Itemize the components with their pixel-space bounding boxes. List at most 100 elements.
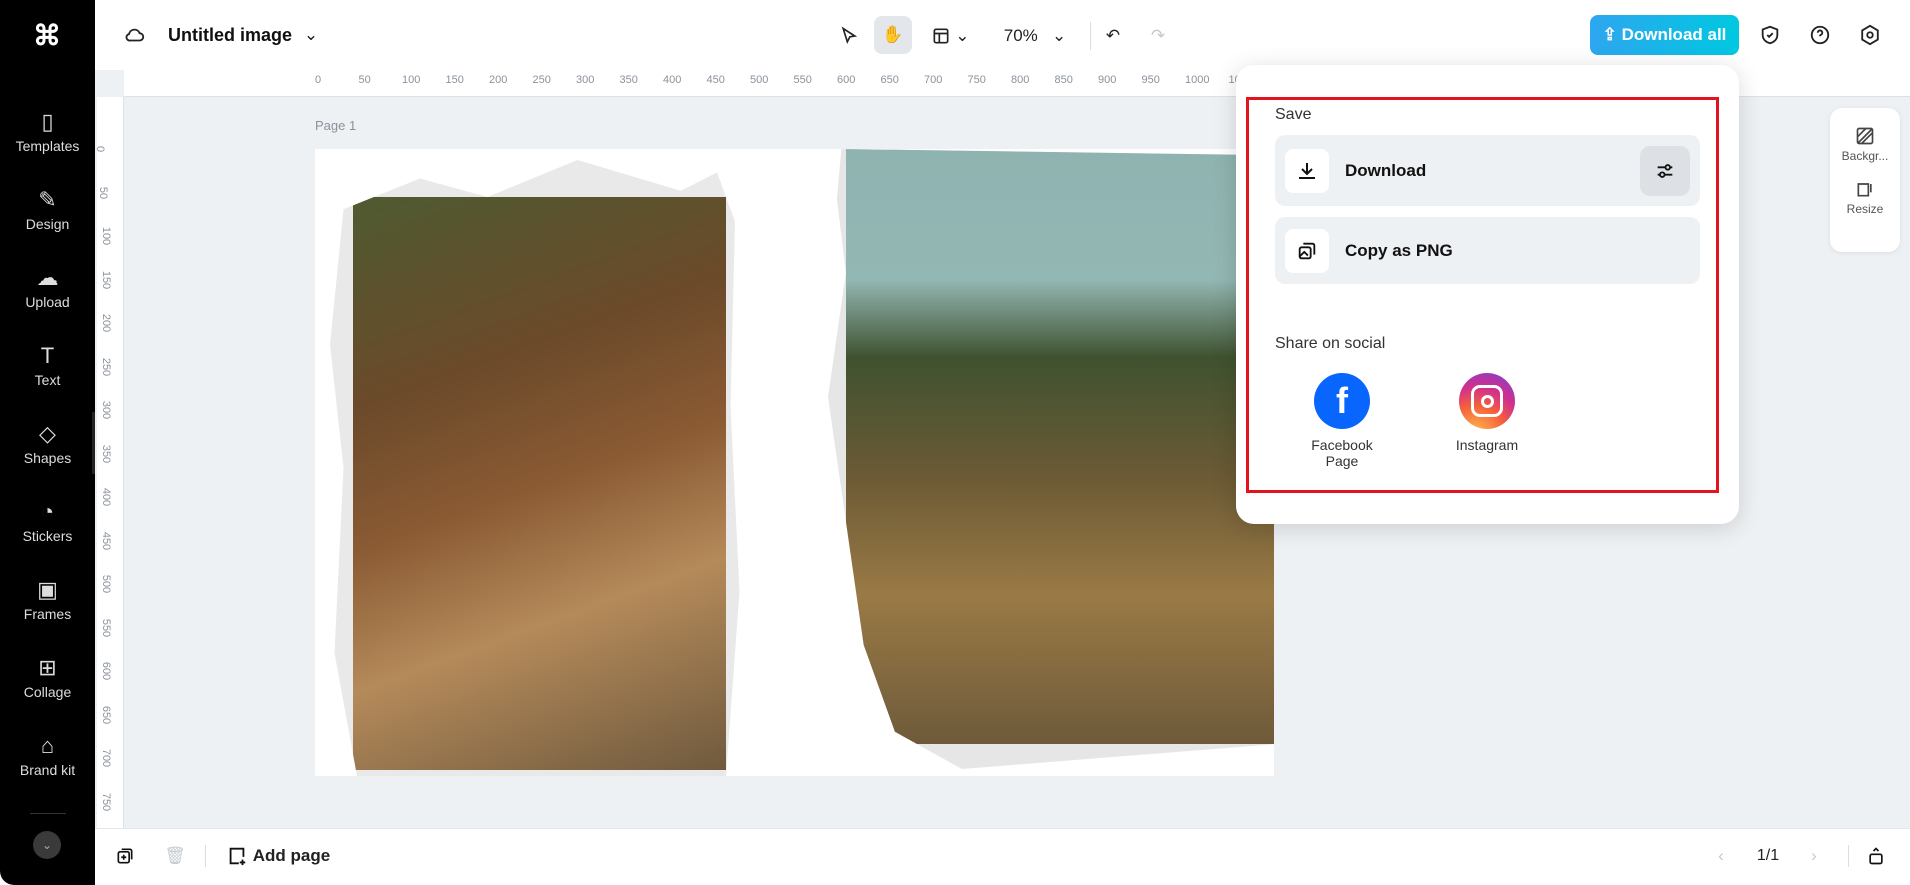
page-counter: 1/1: [1756, 847, 1780, 864]
upload-icon: ☁: [36, 265, 59, 290]
download-all-button[interactable]: ⇪ Download all: [1590, 15, 1739, 55]
background-pattern-icon: [1830, 126, 1900, 149]
sidebar-item-design[interactable]: ✎ Design: [0, 178, 95, 256]
ruler-tick-label: 150: [100, 270, 113, 289]
ruler-tick-label: 500: [100, 574, 113, 594]
hand-tool-icon[interactable]: ✋: [874, 16, 912, 54]
title-chevron-down-icon[interactable]: ⌄: [300, 22, 322, 48]
sidebar-item-frames[interactable]: ▣ Frames: [0, 568, 95, 646]
share-section-label: Share on social: [1275, 335, 1386, 352]
ruler-tick-label: 750: [967, 74, 986, 86]
ruler-tick-label: 1000: [1185, 74, 1210, 86]
next-page-icon[interactable]: ›: [1803, 843, 1825, 869]
sidebar-item-label: Text: [34, 372, 61, 388]
ruler-tick-label: 950: [1141, 74, 1160, 86]
bottom-bar: [95, 828, 1910, 885]
sidebar-item-collage[interactable]: ⊞ Collage: [0, 646, 95, 724]
sidebar-item-label: Design: [25, 216, 70, 232]
ruler-tick-label: 350: [619, 74, 638, 86]
ruler-tick-label: 0: [94, 145, 107, 153]
copy-image-icon: [1285, 228, 1329, 273]
collage-icon: ⊞: [38, 655, 57, 680]
ruler-tick-label: 650: [100, 705, 113, 724]
sidebar-item-label: Templates: [15, 138, 80, 154]
document-title[interactable]: Untitled image: [168, 25, 292, 46]
shield-icon[interactable]: [1757, 22, 1783, 48]
add-page-button[interactable]: Add page: [226, 840, 330, 872]
sidebar-item-label: Shapes: [23, 450, 72, 466]
ruler-tick-label: 650: [880, 74, 899, 86]
sidebar-more-button[interactable]: ⌄: [33, 831, 61, 859]
delete-page-icon[interactable]: 🗑: [162, 843, 188, 869]
download-option[interactable]: Download: [1275, 135, 1700, 206]
sidebar-item-label: Frames: [23, 606, 72, 622]
sidebar-item-templates[interactable]: ▯ Templates: [0, 100, 95, 178]
instagram-icon: [1459, 373, 1515, 429]
select-pointer-icon[interactable]: [834, 20, 864, 52]
ruler-tick-label: 600: [100, 661, 113, 681]
sidebar-item-upload[interactable]: ☁ Upload: [0, 256, 95, 334]
ruler-tick-label: 0: [315, 74, 322, 86]
resize-button[interactable]: Resize: [1830, 179, 1900, 216]
ruler-tick-label: 900: [1098, 74, 1117, 86]
capcut-logo-icon[interactable]: ⌘: [30, 22, 64, 50]
design-icon: ✎: [38, 187, 57, 212]
add-page-label: Add page: [252, 846, 331, 865]
torn-photo-cowboy-with-horse[interactable]: [330, 160, 740, 776]
download-settings-sliders-icon[interactable]: [1640, 145, 1690, 196]
upload-icon: ⇪: [1602, 25, 1622, 44]
ruler-tick-label: 550: [793, 74, 812, 86]
ruler-tick-label: 250: [100, 357, 113, 376]
ruler-tick-label: 250: [532, 74, 551, 86]
zoom-dropdown[interactable]: 70% ⌄: [990, 20, 1080, 52]
pages-panel-toggle-icon[interactable]: [1863, 843, 1889, 869]
vertical-ruler: 0 50 100 150 200 250 300 350 400 450 500 550 600 650 7…: [94, 97, 124, 828]
ruler-tick-label: 700: [100, 748, 113, 768]
ruler-tick-label: 100: [100, 226, 113, 246]
copy-as-png-label: Copy as PNG: [1345, 240, 1453, 260]
layout-dropdown[interactable]: ⌄: [925, 20, 975, 52]
sidebar-item-text[interactable]: T Text: [0, 334, 95, 412]
ruler-tick-label: 500: [750, 74, 769, 86]
facebook-icon: f: [1314, 373, 1370, 429]
bottom-divider-right: [1848, 845, 1849, 867]
ruler-tick-label: 800: [1011, 74, 1030, 86]
ruler-tick-label: 600: [837, 74, 856, 86]
stickers-icon: ◔: [40, 499, 55, 524]
duplicate-page-icon[interactable]: [112, 843, 138, 869]
facebook-label: Facebook Page: [1311, 437, 1373, 469]
shapes-icon: ◇: [39, 421, 56, 446]
sidebar-item-shapes[interactable]: ◇ Shapes: [0, 412, 95, 490]
ruler-tick-label: 450: [100, 531, 113, 550]
share-facebook-page[interactable]: f Facebook Page: [1297, 373, 1387, 469]
prev-page-icon[interactable]: ‹: [1710, 843, 1732, 869]
background-label: Backgr...: [1841, 149, 1889, 163]
sidebar-item-label: Brand kit: [19, 762, 76, 778]
resize-icon: [1830, 179, 1900, 202]
ruler-tick-label: 550: [100, 618, 113, 637]
templates-icon: ▯: [41, 109, 54, 134]
ruler-tick-label: 100: [402, 74, 421, 86]
text-icon: T: [40, 343, 55, 368]
background-button[interactable]: Backgr...: [1830, 126, 1900, 163]
undo-icon[interactable]: ↶: [1098, 20, 1128, 52]
download-label: Download: [1345, 160, 1427, 180]
settings-icon[interactable]: [1857, 22, 1883, 48]
ruler-tick-label: 300: [100, 400, 113, 420]
ruler-tick-label: 200: [489, 74, 508, 86]
cloud-save-icon[interactable]: [122, 22, 148, 48]
sidebar-item-brand-kit[interactable]: ⌂ Brand kit: [0, 724, 95, 802]
sidebar-item-label: Stickers: [22, 528, 73, 544]
frames-icon: ▣: [37, 577, 58, 602]
ruler-tick-label: 400: [663, 74, 682, 86]
redo-icon[interactable]: ↷: [1143, 20, 1173, 52]
ruler-tick-label: 50: [97, 186, 110, 199]
copy-as-png-option[interactable]: Copy as PNG: [1275, 217, 1700, 284]
torn-photo-horse-in-field[interactable]: [828, 149, 1274, 769]
help-icon[interactable]: [1807, 22, 1833, 48]
brand-kit-icon: ⌂: [40, 733, 55, 758]
share-instagram[interactable]: Instagram: [1442, 373, 1532, 453]
sidebar-divider: [30, 813, 66, 814]
sidebar-item-stickers[interactable]: ◔ Stickers: [0, 490, 95, 568]
right-panel: Backgr... Resize: [1830, 108, 1900, 252]
